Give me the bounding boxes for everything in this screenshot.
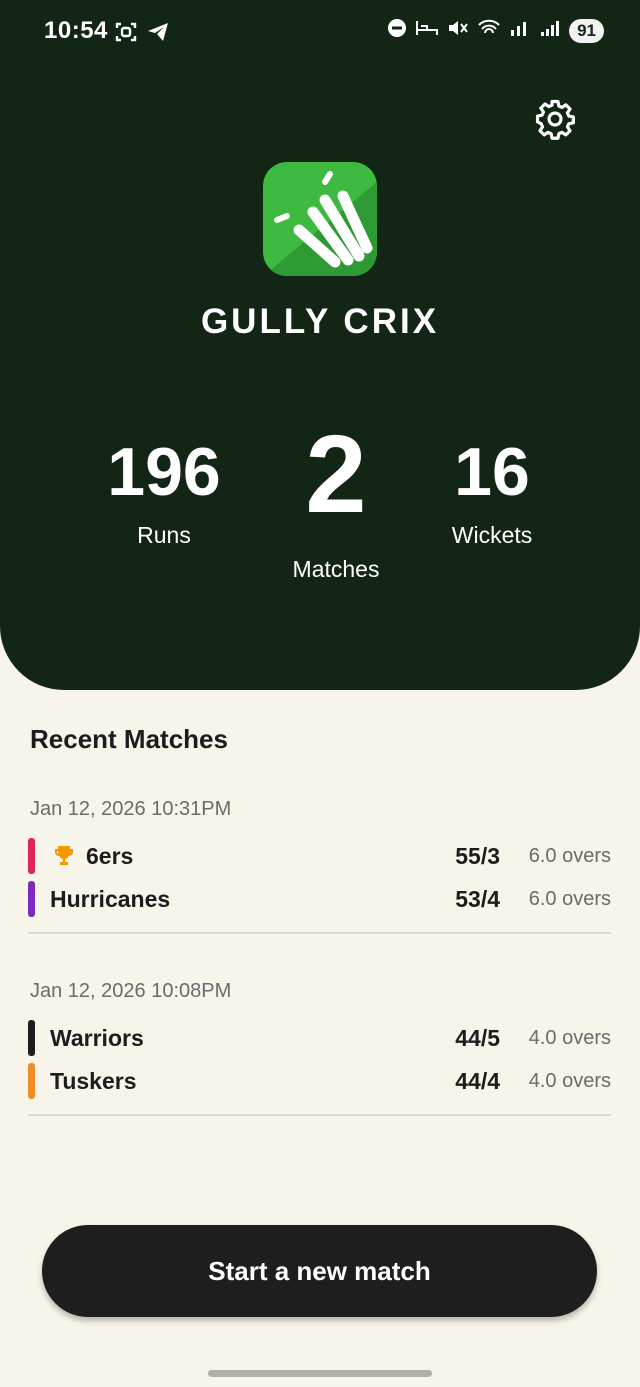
match-date: Jan 12, 2026 10:31PM — [30, 798, 232, 820]
match-date: Jan 12, 2026 10:08PM — [30, 980, 232, 1002]
team-color-bar — [28, 1063, 35, 1099]
sleep-icon — [415, 18, 439, 43]
match-card[interactable]: Jan 12, 2026 10:08PM Warriors 44/5 4.0 o… — [28, 978, 611, 1116]
team-color-bar — [28, 838, 35, 874]
matches-label: Matches — [292, 556, 380, 582]
team-row: Warriors 44/5 4.0 overs — [28, 1020, 611, 1056]
app-logo — [263, 162, 377, 276]
team-overs: 6.0 overs — [528, 845, 611, 867]
wifi-icon — [477, 18, 501, 43]
team-name: 6ers — [86, 843, 134, 869]
team-overs: 4.0 overs — [528, 1027, 611, 1049]
team-score: 55/3 — [455, 843, 500, 869]
team-overs: 4.0 overs — [528, 1070, 611, 1092]
gear-icon — [534, 99, 576, 144]
team-name: Warriors — [50, 1025, 144, 1051]
team-name: Hurricanes — [50, 886, 171, 912]
trophy-icon — [52, 844, 76, 868]
team-overs: 6.0 overs — [528, 888, 611, 910]
recent-matches-title: Recent Matches — [30, 724, 228, 754]
runs-label: Runs — [137, 522, 191, 548]
runs-stat: 196 Runs — [84, 438, 244, 549]
screenshot-icon — [114, 20, 138, 49]
dnd-icon — [387, 18, 407, 43]
runs-value: 196 — [107, 434, 221, 510]
team-score: 44/4 — [455, 1068, 500, 1094]
signal-icon — [539, 18, 561, 43]
mute-icon — [447, 18, 469, 43]
app-title: GULLY CRIX — [200, 302, 440, 341]
start-new-match-button[interactable]: Start a new match — [42, 1225, 597, 1317]
settings-button[interactable] — [534, 98, 576, 140]
matches-stat: 2 Matches — [256, 420, 416, 583]
wickets-stat: 16 Wickets — [412, 438, 572, 549]
team-row: Hurricanes 53/4 6.0 overs — [28, 881, 611, 917]
team-color-bar — [28, 1020, 35, 1056]
team-row: Tuskers 44/4 4.0 overs — [28, 1063, 611, 1099]
team-score: 53/4 — [455, 886, 500, 912]
team-score: 44/5 — [455, 1025, 500, 1051]
status-left-icons — [114, 20, 170, 49]
status-bar: 10:54 91 — [0, 0, 640, 64]
wickets-value: 16 — [454, 434, 530, 510]
signal-icon — [509, 18, 531, 43]
battery-level: 91 — [569, 18, 604, 43]
wickets-label: Wickets — [451, 522, 533, 548]
team-name: Tuskers — [50, 1068, 137, 1094]
match-card[interactable]: Jan 12, 2026 10:31PM 6ers 55/3 6.0 overs… — [28, 796, 611, 934]
team-color-bar — [28, 881, 35, 917]
hero-panel: 10:54 91 GULLY CRIX 196 Runs 2 Matches 1… — [0, 0, 640, 690]
app-logo-icon — [263, 162, 377, 276]
matches-value: 2 — [305, 413, 367, 536]
home-indicator[interactable] — [208, 1370, 432, 1377]
team-row: 6ers 55/3 6.0 overs — [28, 838, 611, 874]
telegram-icon — [146, 20, 170, 49]
status-time: 10:54 — [44, 17, 108, 44]
status-right-icons: 91 — [387, 18, 604, 43]
